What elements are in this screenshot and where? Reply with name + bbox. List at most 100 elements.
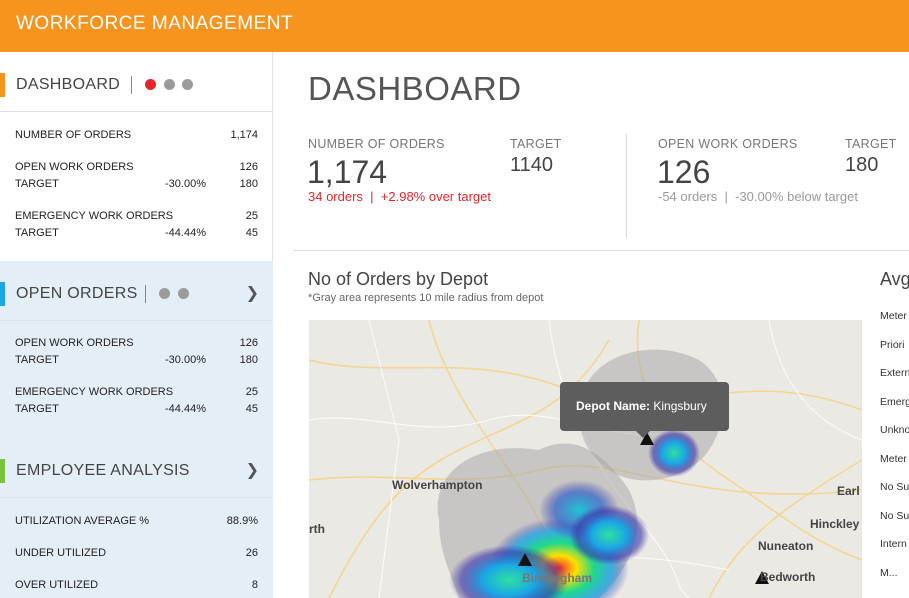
avg-panel-item: Meter — [880, 310, 907, 322]
chevron-right-icon[interactable]: ❯ — [246, 459, 259, 483]
status-dot-gray-icon — [177, 288, 189, 299]
kpi-note-percent: -30.00% below target — [735, 189, 858, 204]
stat-row: UNDER UTILIZED 26 — [15, 547, 258, 563]
stat-label: TARGET — [15, 178, 59, 190]
section-accent-bar — [0, 73, 5, 97]
stat-row: EMERGENCY WORK ORDERS 25 — [15, 210, 258, 226]
page-title: DASHBOARD — [308, 70, 522, 107]
status-dot-red-icon — [145, 79, 157, 90]
stat-percent: -30.00% — [165, 354, 206, 366]
divider — [0, 111, 273, 112]
stat-percent: -30.00% — [165, 178, 206, 190]
stat-row: TARGET -44.44% 45 — [15, 227, 258, 243]
section-label: EMPLOYEE ANALYSIS — [16, 462, 190, 479]
stat-value: 25 — [245, 210, 258, 222]
map-title: No of Orders by Depot — [308, 269, 489, 289]
stat-row: TARGET -44.44% 45 — [15, 403, 258, 419]
place-label: Birmingham — [522, 571, 593, 585]
section-divider — [293, 250, 909, 251]
chevron-right-icon[interactable]: ❯ — [246, 282, 259, 306]
dots-separator — [145, 285, 146, 303]
stat-label: OVER UTILIZED — [15, 579, 99, 591]
avg-panel-item: Priori — [880, 338, 905, 351]
avg-panel-item: Intern — [880, 538, 907, 550]
dots-separator — [131, 76, 132, 94]
avg-panel-item: Meter — [880, 452, 907, 465]
kpi-value: 1,174 — [307, 154, 388, 190]
stat-value: 26 — [245, 547, 258, 559]
kpi-label: NUMBER OF ORDERS — [308, 137, 445, 151]
place-label: rth — [309, 522, 325, 536]
stat-percent: -44.44% — [165, 227, 206, 239]
status-dots — [145, 285, 192, 306]
sidebar-section-employee-analysis[interactable]: EMPLOYEE ANALYSIS ❯ — [0, 459, 273, 507]
stat-value: 126 — [239, 161, 258, 173]
divider — [0, 497, 273, 498]
stat-label: UTILIZATION AVERAGE % — [15, 515, 150, 527]
kpi-target-value: 180 — [845, 154, 879, 176]
kpi-note: -54 orders | -30.00% below target — [658, 189, 858, 204]
tooltip-key: Depot Name: — [576, 399, 651, 413]
stat-label: OPEN WORK ORDERS — [15, 337, 134, 349]
stat-label: TARGET — [15, 354, 59, 366]
avg-panel: Avg Meter Priori Extern Emerg Unkno Meter No S… — [880, 269, 909, 598]
depot-heatmap[interactable]: Wolverhampton Earl Hinckley rth Nuneaton… — [309, 320, 862, 598]
tooltip-arrow — [636, 431, 650, 438]
app-header: WORKFORCE MANAGEMENT — [0, 0, 909, 52]
place-label: Nuneaton — [758, 539, 814, 553]
stat-row: OPEN WORK ORDERS 126 — [15, 161, 258, 177]
stat-value: 126 — [239, 337, 258, 349]
stat-label: EMERGENCY WORK ORDERS — [15, 386, 174, 398]
divider — [0, 320, 273, 321]
section-label: OPEN ORDERS — [16, 285, 138, 302]
stat-value: 45 — [245, 227, 258, 239]
section-accent-bar — [0, 459, 5, 483]
avg-panel-item: No Su — [880, 481, 909, 493]
stat-value: 45 — [245, 403, 258, 415]
stat-value: 8 — [251, 579, 258, 591]
place-label: Earl — [837, 484, 860, 498]
stat-label: TARGET — [15, 227, 59, 239]
sidebar: DASHBOARD NUMBER OF ORDERS 1,174 OPEN WORK… — [0, 52, 273, 598]
stat-percent: -44.44% — [165, 403, 206, 415]
place-label: Bedworth — [760, 570, 816, 584]
stat-value: 180 — [239, 178, 258, 190]
kpi-value: 126 — [657, 154, 711, 190]
kpi-label: OPEN WORK ORDERS — [658, 137, 798, 151]
kpi-note: 34 orders | +2.98% over target — [308, 189, 491, 204]
stat-row: NUMBER OF ORDERS 1,174 — [15, 129, 258, 145]
status-dot-gray-icon — [182, 79, 194, 90]
stat-label: OPEN WORK ORDERS — [15, 161, 134, 173]
tooltip-value: Kingsbury — [653, 399, 707, 413]
sidebar-section-open-orders[interactable]: OPEN ORDERS ❯ — [0, 282, 273, 330]
stat-row: TARGET -30.00% 180 — [15, 354, 258, 370]
kpi-note-orders: 34 orders — [308, 189, 363, 204]
kpi-target-value: 1140 — [510, 154, 554, 176]
stat-row: UTILIZATION AVERAGE % 88.9% — [15, 515, 258, 531]
sidebar-section-dashboard[interactable]: DASHBOARD — [0, 73, 273, 121]
avg-panel-item: Extern — [880, 367, 909, 379]
stat-row: EMERGENCY WORK ORDERS 25 — [15, 386, 258, 402]
place-label: Hinckley — [810, 517, 860, 531]
stat-value: 25 — [245, 386, 258, 398]
section-accent-bar — [0, 282, 5, 306]
avg-panel-item: Unkno — [880, 424, 909, 436]
avg-panel-item: M... — [880, 566, 898, 579]
kpi-note-separator: | — [724, 189, 728, 204]
map-canvas[interactable] — [309, 320, 862, 598]
kpi-note-percent: +2.98% over target — [380, 189, 491, 204]
avg-panel-title: Avg — [880, 269, 909, 289]
kpi-target-label: TARGET — [510, 137, 562, 151]
stat-label: EMERGENCY WORK ORDERS — [15, 210, 174, 222]
status-dot-gray-icon — [163, 79, 175, 90]
stat-value: 180 — [239, 354, 258, 366]
stat-label: TARGET — [15, 403, 59, 415]
status-dots — [131, 76, 196, 97]
section-label: DASHBOARD — [16, 76, 121, 93]
stat-row: TARGET -30.00% 180 — [15, 178, 258, 194]
main-content: DASHBOARD NUMBER OF ORDERS 1,174 TARGET … — [293, 52, 909, 598]
map-subtitle: *Gray area represents 10 mile radius fro… — [308, 292, 544, 304]
map-tooltip: Depot Name: Kingsbury — [560, 382, 729, 431]
stat-label: UNDER UTILIZED — [15, 547, 107, 559]
stat-row: OPEN WORK ORDERS 126 — [15, 337, 258, 353]
